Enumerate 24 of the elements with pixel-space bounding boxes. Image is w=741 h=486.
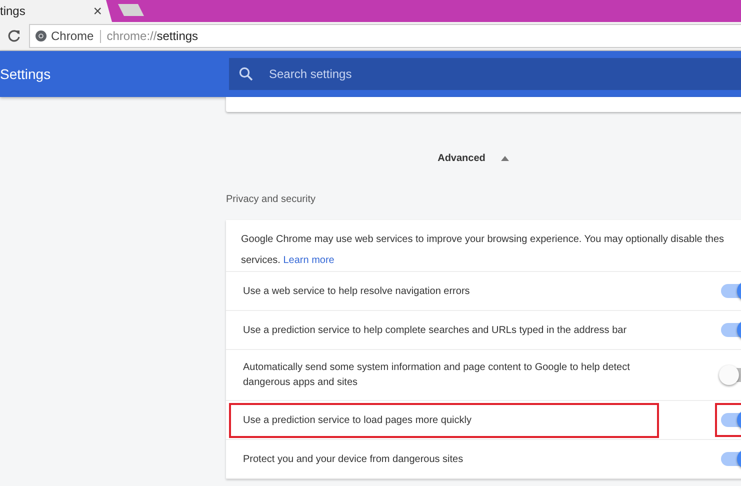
search-input[interactable]: Search settings [267, 66, 571, 82]
close-icon[interactable]: × [93, 2, 102, 20]
chrome-logo-icon [35, 30, 47, 42]
reload-icon[interactable] [7, 29, 21, 43]
setting-label: Use a prediction service to help complete searches and URLs typed in the address bar [243, 324, 627, 336]
address-bar[interactable]: Chrome chrome://settings [29, 24, 741, 48]
tab-title: tings [0, 4, 26, 18]
setting-label: Automatically send some system information and page content to Google to help detect dangerous apps and sites [243, 362, 630, 388]
learn-more-link[interactable]: Learn more [283, 255, 334, 266]
url-text: chrome://settings [106, 29, 198, 43]
setting-label: Protect you and your device from dangerous sites [243, 454, 464, 464]
site-label: Chrome [51, 29, 94, 43]
caret-icon [501, 156, 510, 160]
search-icon [239, 67, 253, 81]
intro-text: Google Chrome may use web services to improve your browsing experience. You may optionally disable thes [241, 233, 726, 247]
search-field[interactable]: Search settings [229, 58, 741, 90]
page-title: Settings [0, 66, 52, 82]
intro-text: services. [241, 255, 280, 266]
advanced-toggle[interactable]: Advanced [438, 148, 510, 168]
section-title: Privacy and security [226, 194, 316, 207]
new-tab-button[interactable] [118, 4, 144, 16]
browser-tab[interactable]: tings × [0, 0, 112, 22]
setting-label: Use a prediction service to load pages more quickly [243, 414, 472, 426]
setting-label: Use a web service to help resolve navigation errors [243, 286, 470, 296]
